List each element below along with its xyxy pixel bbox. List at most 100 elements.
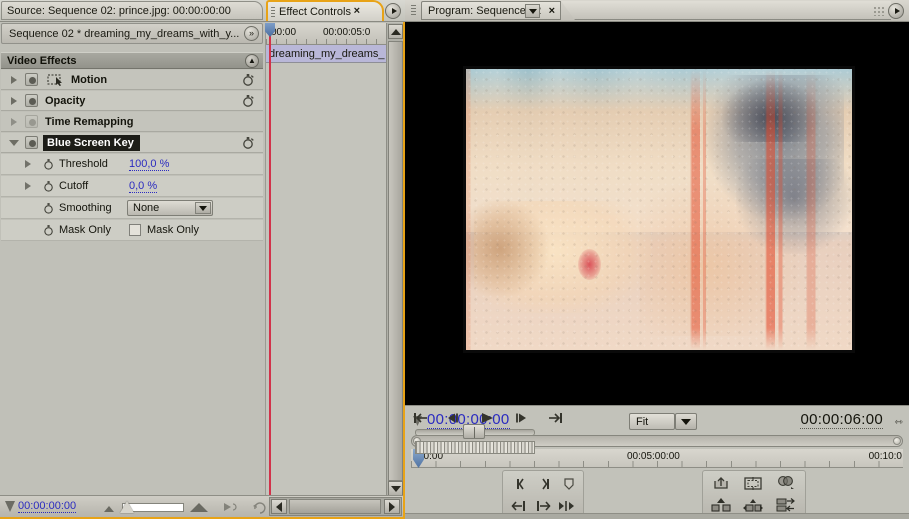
scroll-left-icon[interactable]: [271, 499, 287, 514]
param-label: Mask Only: [59, 224, 111, 236]
smoothing-dropdown[interactable]: None: [127, 200, 213, 216]
disclosure-triangle-icon[interactable]: [9, 140, 19, 146]
effect-controls-bottom-bar: 00:00:00:00: [0, 495, 403, 517]
param-value[interactable]: 0,0 %: [129, 180, 158, 193]
set-out-point-button[interactable]: [533, 474, 557, 494]
fx-toggle-icon[interactable]: [25, 136, 38, 149]
disclosure-triangle-icon[interactable]: [25, 160, 31, 168]
effect-row-time-remapping[interactable]: Time Remapping: [1, 112, 263, 132]
ruler-label-middle: 00:05:00:00: [627, 451, 680, 462]
section-title: Video Effects: [7, 55, 77, 67]
zoom-slider-knob[interactable]: [120, 501, 134, 513]
timeline-clip-name: dreaming_my_dreams_: [269, 48, 385, 60]
effect-name-label: Time Remapping: [45, 116, 134, 128]
tab-effect-controls[interactable]: Effect Controls ×: [266, 0, 384, 21]
disclosure-triangle-icon[interactable]: [11, 97, 17, 105]
effect-row-blue-screen-key[interactable]: Blue Screen Key: [1, 133, 263, 153]
program-monitor-image: [463, 66, 855, 353]
stopwatch-icon[interactable]: [43, 202, 55, 214]
add-marker-button[interactable]: [557, 474, 581, 494]
effect-controls-horizontal-scrollbar[interactable]: [269, 497, 402, 516]
left-panel-tabbar: Source: Sequence 02: prince.jpg: 00:00:0…: [0, 0, 405, 22]
scroll-down-icon[interactable]: [388, 481, 403, 496]
zoom-level-dropdown[interactable]: Fit: [629, 413, 675, 430]
fx-toggle-icon[interactable]: [25, 115, 38, 128]
chevron-down-icon[interactable]: [195, 202, 211, 214]
disclosure-triangle-icon[interactable]: [11, 118, 17, 126]
marker-button-group: [502, 470, 584, 518]
clip-header: Sequence 02 * dreaming_my_dreams_with_y.…: [1, 23, 263, 44]
timeline-body[interactable]: [266, 63, 386, 497]
shuttle-slider-knob[interactable]: [463, 424, 485, 439]
duration-timecode[interactable]: 00:00:06:00: [800, 411, 883, 429]
timeline-ruler[interactable]: 00:00 00:00:05:0: [266, 23, 386, 45]
export-frame-button[interactable]: [708, 473, 734, 493]
set-in-point-button[interactable]: [509, 474, 533, 494]
scroll-up-icon[interactable]: [388, 24, 403, 39]
stopwatch-icon[interactable]: [242, 136, 255, 149]
stopwatch-icon[interactable]: [242, 94, 255, 107]
effect-row-opacity[interactable]: Opacity: [1, 91, 263, 111]
param-row-smoothing[interactable]: Smoothing None: [1, 198, 263, 219]
effect-row-motion[interactable]: Motion: [1, 70, 263, 90]
lift-button[interactable]: [708, 495, 734, 515]
program-monitor-panel: Program: Sequence 02 × 00:00:00:00 Fit 0…: [405, 0, 909, 519]
close-icon[interactable]: ×: [354, 5, 360, 17]
effect-controls-timeline[interactable]: 00:00 00:00:05:0 dreaming_my_dreams_: [265, 23, 386, 497]
step-forward-button[interactable]: [509, 408, 533, 428]
zoom-out-icon[interactable]: [104, 506, 114, 512]
param-row-cutoff[interactable]: Cutoff 0,0 %: [1, 176, 263, 197]
stopwatch-icon[interactable]: [43, 224, 55, 236]
program-monitor-stage[interactable]: [405, 22, 909, 405]
program-monitor-footer: [405, 513, 909, 519]
panel-menu-icon[interactable]: [888, 3, 904, 19]
stopwatch-icon[interactable]: [43, 158, 55, 170]
output-mode-button[interactable]: [773, 473, 799, 493]
zoom-in-icon[interactable]: [190, 503, 208, 512]
horizontal-scroll-thumb[interactable]: [289, 499, 381, 514]
chevron-down-icon[interactable]: [525, 4, 540, 18]
param-row-mask-only[interactable]: Mask Only Mask Only: [1, 220, 263, 241]
effect-controls-timecode[interactable]: 00:00:00:00: [18, 500, 77, 513]
video-effects-section-header: Video Effects ▲: [1, 52, 263, 69]
mask-only-checkbox[interactable]: [129, 224, 141, 236]
scrollbar-right-handle[interactable]: [893, 437, 901, 445]
timeline-clip-bar[interactable]: dreaming_my_dreams_: [266, 45, 386, 63]
scroll-right-icon[interactable]: [384, 499, 400, 514]
stopwatch-icon[interactable]: [43, 180, 55, 192]
go-to-next-edit-button[interactable]: [543, 408, 567, 428]
effect-name-label: Opacity: [45, 95, 86, 107]
tab-dots-icon: [873, 6, 885, 16]
jog-wheel[interactable]: [415, 441, 535, 454]
stopwatch-icon[interactable]: [242, 73, 255, 86]
scroll-thumb[interactable]: [388, 41, 403, 481]
param-value[interactable]: 100,0 %: [129, 158, 170, 171]
safe-margins-button[interactable]: [740, 473, 766, 493]
step-back-button[interactable]: [441, 408, 465, 428]
effect-controls-vertical-scrollbar[interactable]: [386, 23, 403, 497]
panel-menu-icon[interactable]: [385, 3, 401, 19]
collapse-icon[interactable]: ▲: [245, 54, 259, 68]
fx-toggle-icon[interactable]: [25, 94, 38, 107]
tab-grip-icon: [411, 5, 416, 17]
tab-program-monitor[interactable]: Program: Sequence 02 ×: [421, 1, 561, 20]
effect-name-label: Blue Screen Key: [43, 135, 140, 151]
loop-icon[interactable]: [252, 500, 268, 514]
disclosure-triangle-icon[interactable]: [11, 76, 17, 84]
timeline-playhead[interactable]: [265, 23, 275, 497]
chevron-right-icon[interactable]: »: [244, 26, 259, 41]
extract-button[interactable]: [740, 495, 766, 515]
close-icon[interactable]: ×: [549, 5, 555, 17]
play-audio-icon[interactable]: [222, 500, 238, 514]
go-to-previous-edit-button[interactable]: [409, 408, 433, 428]
zoom-level-value: Fit: [636, 416, 649, 428]
trim-button[interactable]: [773, 495, 799, 515]
disclosure-triangle-icon[interactable]: [25, 182, 31, 190]
fx-toggle-icon[interactable]: [25, 73, 38, 86]
param-row-threshold[interactable]: Threshold 100,0 %: [1, 154, 263, 175]
tab-grip-icon: [271, 7, 275, 18]
chevron-down-icon[interactable]: [675, 413, 697, 430]
tab-source-monitor[interactable]: Source: Sequence 02: prince.jpg: 00:00:0…: [1, 1, 263, 20]
param-label: Cutoff: [59, 180, 89, 192]
marker-icon[interactable]: [5, 501, 15, 512]
